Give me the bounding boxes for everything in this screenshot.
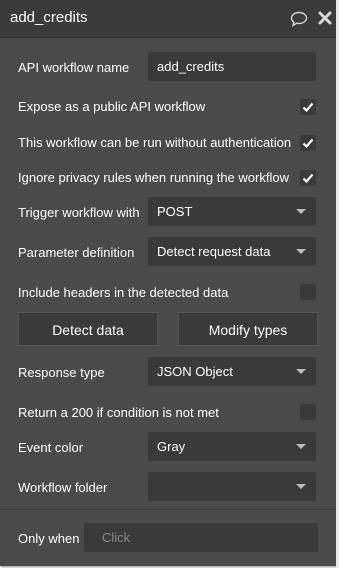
trigger-label: Trigger workflow with (18, 205, 140, 220)
checkmark-icon (302, 102, 314, 113)
api-workflow-panel: add_credits API workflow name add_credit… (0, 0, 336, 566)
detect-data-button[interactable]: Detect data (18, 312, 158, 346)
include-headers-checkbox[interactable] (300, 284, 316, 300)
event-color-dropdown[interactable]: Gray (148, 432, 316, 461)
checkmark-icon (302, 138, 314, 149)
return-200-checkbox[interactable] (300, 404, 316, 420)
expose-public-checkbox[interactable] (300, 99, 316, 115)
response-type-value: JSON Object (157, 364, 233, 379)
section-divider (0, 509, 336, 510)
workflow-name-label: API workflow name (18, 60, 130, 75)
no-auth-label: This workflow can be run without authent… (18, 135, 292, 150)
return-200-label: Return a 200 if condition is not met (18, 405, 219, 420)
only-when-condition-input[interactable]: Click (84, 523, 318, 552)
workflow-name-input[interactable]: add_credits (148, 52, 316, 81)
param-definition-label: Parameter definition (18, 245, 135, 260)
trigger-value: POST (157, 204, 193, 219)
speech-bubble-icon[interactable] (290, 11, 308, 27)
trigger-dropdown[interactable]: POST (148, 197, 316, 226)
chevron-down-icon (296, 484, 306, 489)
response-type-dropdown[interactable]: JSON Object (148, 357, 316, 386)
param-definition-value: Detect request data (157, 244, 271, 259)
expose-public-label: Expose as a public API workflow (18, 99, 206, 114)
chevron-down-icon (296, 209, 306, 214)
modify-types-button[interactable]: Modify types (178, 312, 318, 346)
workflow-folder-dropdown[interactable] (148, 472, 316, 501)
ignore-privacy-checkbox[interactable] (300, 170, 316, 186)
include-headers-label: Include headers in the detected data (18, 285, 229, 300)
event-color-label: Event color (18, 440, 84, 455)
workflow-name-value: add_credits (157, 59, 225, 74)
event-color-value: Gray (157, 439, 186, 454)
chevron-down-icon (296, 249, 306, 254)
only-when-label: Only when (18, 531, 80, 546)
checkmark-icon (302, 173, 314, 184)
no-auth-checkbox[interactable] (300, 135, 316, 151)
ignore-privacy-label: Ignore privacy rules when running the wo… (18, 170, 289, 185)
chevron-down-icon (296, 369, 306, 374)
param-definition-dropdown[interactable]: Detect request data (148, 237, 316, 266)
workflow-folder-label: Workflow folder (18, 480, 108, 495)
panel-title: add_credits (10, 9, 88, 26)
response-type-label: Response type (18, 365, 105, 380)
panel-header: add_credits (0, 0, 336, 38)
close-x-icon[interactable] (317, 10, 333, 26)
only-when-placeholder: Click (102, 530, 131, 545)
chevron-down-icon (296, 444, 306, 449)
